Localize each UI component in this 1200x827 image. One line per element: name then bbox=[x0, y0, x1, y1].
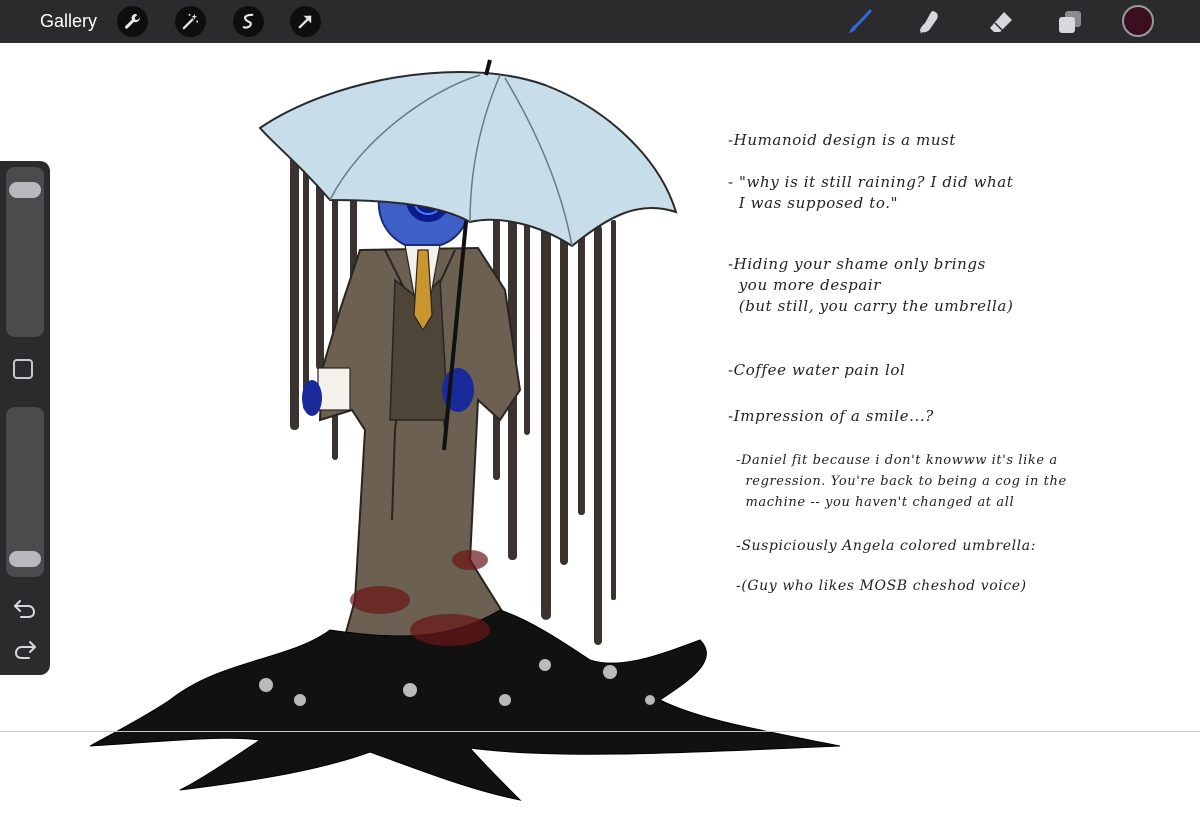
opacity-slider[interactable] bbox=[6, 407, 44, 577]
smudge-icon[interactable] bbox=[914, 6, 945, 37]
drawing-canvas[interactable] bbox=[0, 43, 1200, 827]
current-color-swatch[interactable] bbox=[1122, 5, 1154, 37]
side-toolbar bbox=[0, 161, 50, 675]
brush-size-slider[interactable] bbox=[6, 167, 44, 337]
magic-wand-icon[interactable] bbox=[175, 6, 206, 37]
transform-arrow-icon[interactable] bbox=[290, 6, 321, 37]
eraser-icon[interactable] bbox=[985, 6, 1016, 37]
brush-size-thumb[interactable] bbox=[9, 181, 41, 198]
undo-icon[interactable] bbox=[12, 597, 38, 619]
opacity-thumb[interactable] bbox=[9, 550, 41, 567]
modify-button[interactable] bbox=[13, 359, 33, 379]
wrench-icon[interactable] bbox=[117, 6, 148, 37]
ground-guide-line bbox=[0, 731, 1200, 732]
layers-icon[interactable] bbox=[1054, 6, 1085, 37]
brush-icon[interactable] bbox=[844, 6, 875, 37]
top-toolbar: Gallery bbox=[0, 0, 1200, 43]
gallery-button[interactable]: Gallery bbox=[40, 0, 97, 43]
selection-icon[interactable] bbox=[233, 6, 264, 37]
redo-icon[interactable] bbox=[12, 638, 38, 660]
character-illustration bbox=[89, 59, 841, 801]
